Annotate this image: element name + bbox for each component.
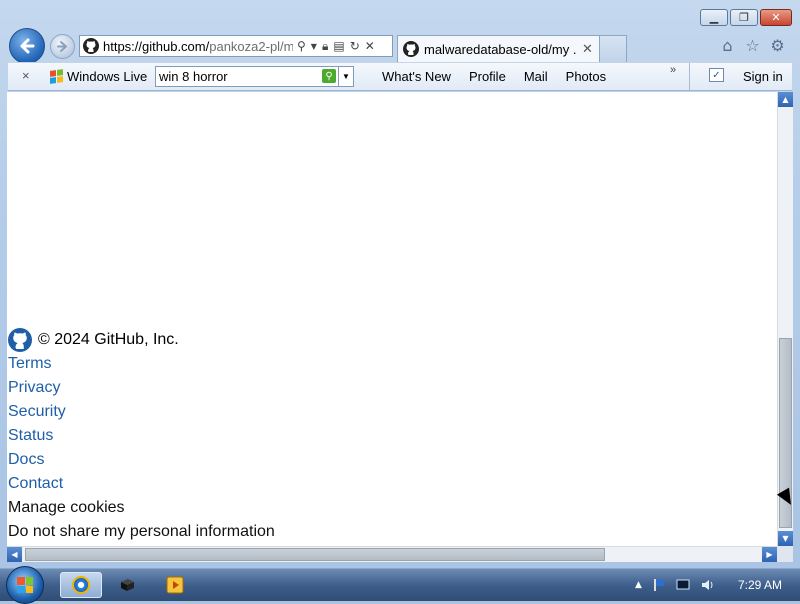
search-go-icon[interactable]: ⚲ [322,69,336,83]
back-button[interactable] [9,28,45,64]
tab-title: malwaredatabase-old/my ... [424,41,576,57]
taskbar: ▲ 7:29 AM [0,566,800,604]
lock-icon[interactable]: 🔒︎ [322,39,328,54]
flag-notification-icon[interactable] [652,578,666,592]
toolbar-search-input[interactable] [156,67,322,86]
address-icons: ⚲ ▼ 🔒︎ ▤ ↻ ✕ [297,39,375,54]
horizontal-scrollbar[interactable]: ◀ ▶ [7,546,777,562]
github-favicon-icon [83,38,99,54]
black-box-app-icon [121,579,134,591]
toolbar-close-button[interactable]: × [22,68,30,83]
dropdown-arrow-icon[interactable]: ▼ [311,42,317,51]
checkmark-icon[interactable]: ✓ [709,68,724,82]
toolbar-link-mail[interactable]: Mail [524,69,548,84]
toolbar-link-photos[interactable]: Photos [566,69,606,84]
windows-flag-icon [17,577,33,593]
taskbar-clock[interactable]: 7:29 AM [738,578,782,592]
media-player-icon [166,576,184,594]
scroll-left-icon[interactable]: ◀ [7,547,22,562]
search-dropdown-icon[interactable]: ▼ [338,67,353,86]
compatibility-view-icon[interactable]: ▤ [333,39,344,53]
windows-flag-icon [50,69,63,84]
vertical-scrollbar[interactable]: ▲ ▼ [777,92,793,546]
sign-in-link[interactable]: Sign in [743,69,783,84]
copyright-text: © 2024 GitHub, Inc. [38,331,179,348]
do-not-share-button[interactable]: Do not share my personal information [8,520,275,544]
scroll-up-icon[interactable]: ▲ [778,92,793,107]
scroll-right-icon[interactable]: ▶ [762,547,777,562]
new-tab-button[interactable] [599,35,627,62]
home-icon[interactable]: ⌂ [719,36,736,55]
windows-live-label: Windows Live [67,69,148,84]
toolbar-link-whats-new[interactable]: What's New [382,69,451,84]
footer-copyright: © 2024 GitHub, Inc. [8,328,275,352]
scrollbar-corner [777,546,793,562]
search-icon[interactable]: ⚲ [297,39,306,53]
tab-close-icon[interactable]: ✕ [582,42,593,57]
horizontal-scroll-thumb[interactable] [25,548,605,561]
toolbar-more-chevron-icon[interactable]: » [670,64,676,76]
stop-icon[interactable]: ✕ [365,39,375,53]
display-icon[interactable] [676,578,690,592]
page-viewport: © 2024 GitHub, Inc. Terms Privacy Securi… [7,92,777,546]
github-favicon-icon [403,41,419,57]
system-tray: ▲ 7:29 AM [635,569,792,601]
github-footer: © 2024 GitHub, Inc. Terms Privacy Securi… [8,328,275,544]
start-button[interactable] [6,566,44,604]
windows-live-toolbar: × Windows Live ⚲ ▼ What's New Profile Ma… [8,62,792,91]
toolbar-links: What's New Profile Mail Photos [382,69,606,84]
minimize-button[interactable]: ▁ [700,9,728,26]
maximize-button[interactable]: ❐ [730,9,758,26]
close-window-button[interactable]: ✕ [760,9,792,26]
gear-icon[interactable]: ⚙ [769,36,786,55]
tab-active[interactable]: malwaredatabase-old/my ... ✕ [397,35,600,62]
taskbar-app-button[interactable] [110,572,144,598]
footer-link-docs[interactable]: Docs [8,448,275,472]
footer-link-contact[interactable]: Contact [8,472,275,496]
footer-link-terms[interactable]: Terms [8,352,275,376]
manage-cookies-button[interactable]: Manage cookies [8,496,275,520]
window-controls: ▁ ❐ ✕ [700,9,792,26]
address-host: https://github.com/ [103,38,210,54]
address-path: pankoza2-pl/m [209,38,293,54]
footer-link-privacy[interactable]: Privacy [8,376,275,400]
toolbar-link-profile[interactable]: Profile [469,69,506,84]
refresh-icon[interactable]: ↻ [350,39,360,53]
toolbar-divider [689,63,690,90]
footer-link-status[interactable]: Status [8,424,275,448]
windows-live-menu[interactable]: Windows Live [50,69,147,84]
forward-button[interactable] [50,34,75,59]
footer-link-security[interactable]: Security [8,400,275,424]
address-url[interactable]: https://github.com/pankoza2-pl/m [103,39,293,54]
scroll-down-icon[interactable]: ▼ [778,531,793,546]
favorites-star-icon[interactable]: ☆ [744,36,761,55]
taskbar-ie-button[interactable] [60,572,102,598]
back-arrow-icon [20,38,35,54]
taskbar-media-button[interactable] [158,572,192,598]
github-logo-icon[interactable] [8,328,32,352]
show-hidden-icons-icon[interactable]: ▲ [635,580,642,590]
browser-right-icons: ⌂ ☆ ⚙ [719,36,786,55]
address-bar[interactable]: https://github.com/pankoza2-pl/m ⚲ ▼ 🔒︎ … [79,35,393,57]
internet-explorer-icon [72,576,90,594]
volume-icon[interactable] [700,578,714,592]
forward-arrow-icon [57,41,67,52]
toolbar-search-box[interactable]: ⚲ ▼ [155,66,354,87]
